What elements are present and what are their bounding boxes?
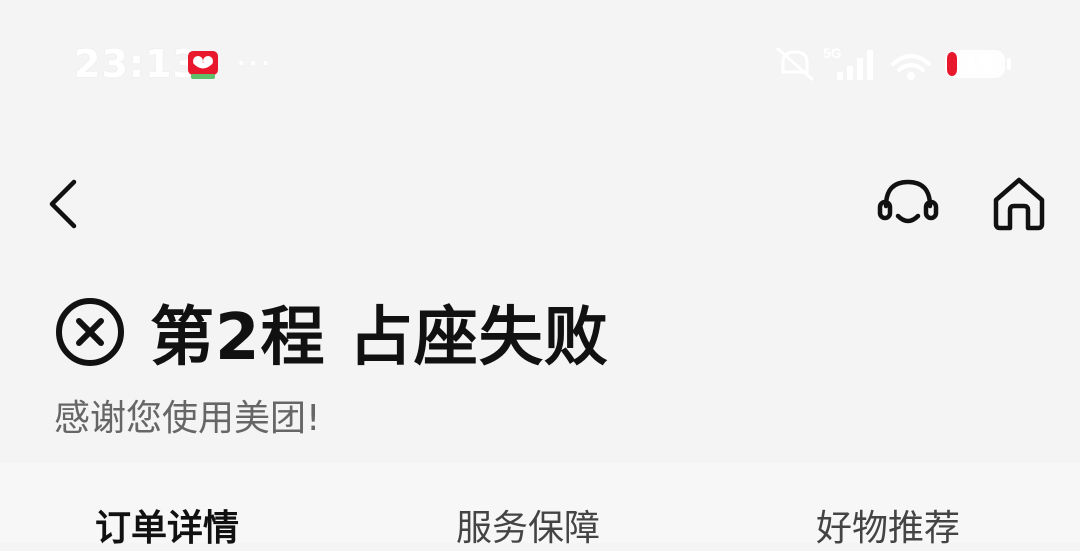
battery-level: 16 bbox=[963, 51, 994, 76]
home-icon bbox=[993, 177, 1045, 231]
close-circle-icon bbox=[56, 298, 124, 366]
tab-bar: 订单详情 服务保障 好物推荐 bbox=[0, 463, 1080, 549]
tab-service-guarantee[interactable]: 服务保障 bbox=[456, 499, 600, 551]
more-notifications-icon: ··· bbox=[236, 44, 273, 82]
status-bar: 23:13 ··· 5G 16 bbox=[0, 0, 1080, 130]
page-title: 第2程 占座失败 bbox=[150, 301, 609, 375]
headset-icon bbox=[877, 179, 939, 224]
network-type-icon: 5G bbox=[823, 45, 842, 61]
back-button[interactable] bbox=[40, 174, 90, 234]
app-notification-icon bbox=[188, 51, 218, 79]
mute-icon bbox=[776, 46, 814, 82]
tab-recommendations[interactable]: 好物推荐 bbox=[816, 499, 960, 551]
order-status-header: 第2程 占座失败 bbox=[54, 292, 609, 375]
tab-order-details[interactable]: 订单详情 bbox=[95, 499, 239, 551]
chevron-left-icon bbox=[49, 179, 77, 229]
status-time: 23:13 bbox=[74, 42, 200, 86]
top-nav-bar bbox=[0, 160, 1080, 250]
home-button[interactable] bbox=[984, 172, 1054, 236]
customer-service-button[interactable] bbox=[872, 172, 944, 236]
signal-icon bbox=[837, 50, 873, 80]
wifi-icon bbox=[891, 54, 931, 80]
page-subtitle: 感谢您使用美团! bbox=[54, 398, 321, 439]
